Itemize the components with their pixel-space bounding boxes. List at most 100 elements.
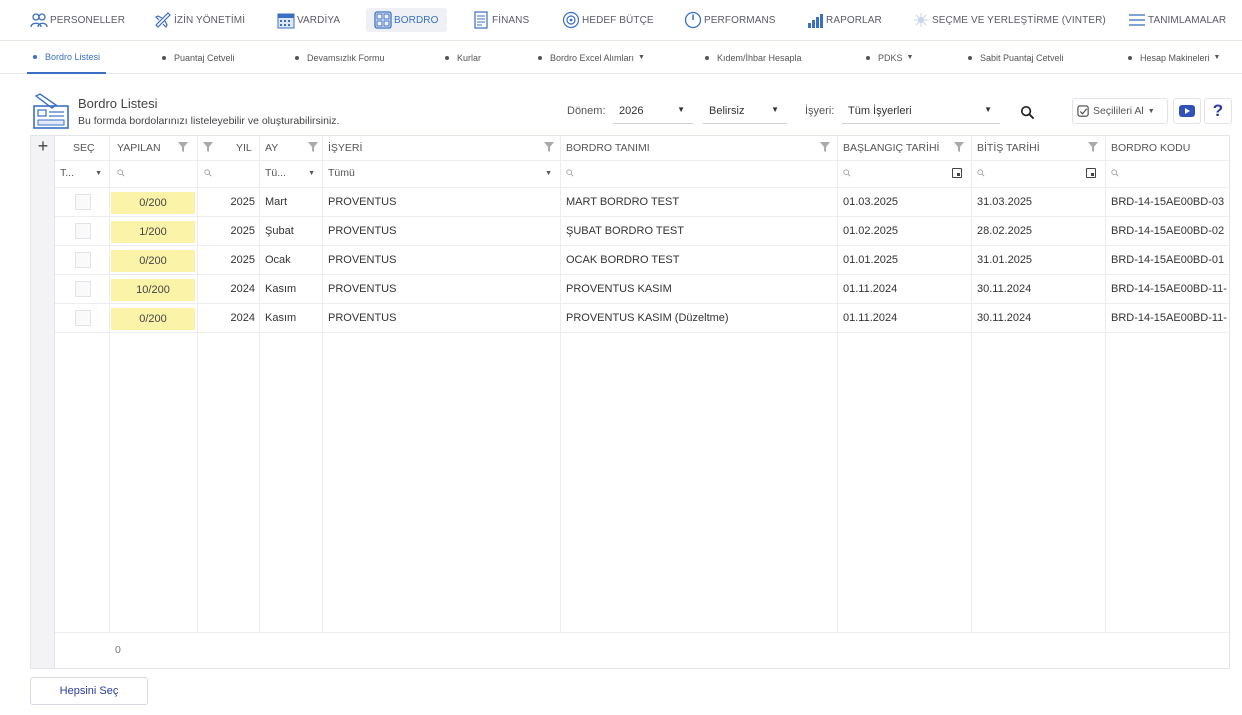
period-select[interactable]: Belirsiz ▼ — [703, 98, 787, 124]
cell-yil: 2025 — [230, 225, 255, 237]
search-button[interactable] — [1014, 100, 1040, 124]
filter-baslangic-search[interactable] — [843, 162, 851, 184]
subnav-bordro-listesi[interactable]: Bordro Listesi — [27, 41, 107, 74]
search-icon — [977, 169, 985, 177]
grid-gutter: + — [31, 136, 55, 668]
plane-icon — [154, 11, 172, 29]
isyeri-select[interactable]: Tüm İşyerleri ▼ — [842, 98, 1000, 124]
menu-icon — [1128, 11, 1146, 29]
page-title: Bordro Listesi — [78, 96, 158, 111]
donem-year-select[interactable]: 2026 ▼ — [613, 98, 693, 124]
subnav-kurlar[interactable]: Kurlar — [445, 41, 481, 74]
subnav-pdks[interactable]: PDKS ▼ — [866, 41, 913, 74]
calendar-icon — [277, 11, 295, 29]
cell-bitis: 30.11.2024 — [977, 283, 1032, 295]
search-icon — [843, 169, 851, 177]
top-navigation: PERSONELLER İZİN YÖNETİMİ VARDİYA BORDRO… — [0, 0, 1242, 38]
cell-baslangic: 01.01.2025 — [843, 254, 899, 266]
select-all-button[interactable]: Hepsini Seç — [30, 677, 148, 705]
nav-hedef-butce[interactable]: HEDEF BÜTÇE — [562, 8, 654, 32]
row-checkbox[interactable] — [75, 310, 91, 326]
cell-bordro-kodu: BRD-14-15AE00BD-01 — [1111, 254, 1225, 266]
subnav-puantaj-cetveli[interactable]: Puantaj Cetveli — [162, 41, 235, 74]
filter-isyeri-select[interactable]: Tümü ▼ — [328, 162, 554, 184]
col-header-bordro-tanimi[interactable]: BORDRO TANIMI — [566, 136, 650, 160]
add-row-icon[interactable]: + — [35, 137, 51, 155]
cell-ay: Şubat — [265, 225, 294, 237]
col-header-bitis[interactable]: BİTİŞ TARİHİ — [977, 136, 1040, 160]
isyeri-value: Tüm İşyerleri — [848, 104, 912, 117]
filter-icon[interactable] — [1088, 142, 1098, 152]
filter-icon[interactable] — [954, 142, 964, 152]
subnav-kidem-ihbar[interactable]: Kıdem/İhbar Hesapla — [705, 41, 802, 74]
nav-finans[interactable]: FİNANS — [472, 8, 529, 32]
nav-personeller[interactable]: PERSONELLER — [30, 8, 125, 32]
nav-label: SEÇME VE YERLEŞTİRME (VINTER) — [932, 14, 1106, 26]
filter-bitis-search[interactable] — [977, 162, 985, 184]
cell-baslangic: 01.11.2024 — [843, 283, 898, 295]
video-help-button[interactable] — [1173, 98, 1201, 124]
cell-yapilan: 0/200 — [111, 308, 195, 330]
col-header-yil[interactable]: YIL — [236, 136, 252, 160]
cell-bordro-tanimi: OCAK BORDRO TEST — [566, 254, 680, 266]
filter-sec-select[interactable]: T... ▼ — [60, 162, 104, 184]
row-checkbox[interactable] — [75, 223, 91, 239]
col-header-yapilan[interactable]: YAPILAN — [117, 136, 161, 160]
cell-yapilan: 0/200 — [111, 250, 195, 272]
nav-label: VARDİYA — [297, 14, 341, 26]
payroll-form-icon — [32, 92, 72, 132]
row-checkbox[interactable] — [75, 281, 91, 297]
cell-bordro-kodu: BRD-14-15AE00BD-11- — [1111, 312, 1227, 324]
caret-down-icon: ▼ — [771, 105, 779, 114]
nav-label: FİNANS — [492, 14, 530, 26]
search-icon — [1111, 169, 1119, 177]
filter-yil-search[interactable] — [204, 162, 212, 184]
cell-bordro-tanimi: ŞUBAT BORDRO TEST — [566, 225, 684, 237]
caret-down-icon: ▼ — [638, 54, 645, 61]
col-header-sec[interactable]: SEÇ — [73, 136, 95, 160]
cell-yapilan: 1/200 — [111, 221, 195, 243]
calendar-icon[interactable] — [952, 168, 962, 178]
nav-label: RAPORLAR — [826, 14, 882, 26]
sparkle-icon — [912, 11, 930, 29]
filter-tanim-search[interactable] — [566, 162, 574, 184]
filter-icon[interactable] — [203, 142, 213, 152]
donem-year-value: 2026 — [619, 104, 644, 117]
checklist-icon — [1077, 104, 1089, 117]
nav-vardiya[interactable]: VARDİYA — [277, 8, 340, 32]
filter-kod-search[interactable] — [1111, 162, 1119, 184]
caret-down-icon: ▼ — [1147, 107, 1155, 115]
nav-secme-yerlestirme[interactable]: SEÇME VE YERLEŞTİRME (VINTER) — [912, 8, 1106, 32]
calendar-icon[interactable] — [1086, 168, 1096, 178]
nav-performans[interactable]: PERFORMANS — [684, 8, 776, 32]
filter-icon[interactable] — [544, 142, 554, 152]
col-header-ay[interactable]: AY — [265, 136, 278, 160]
nav-label: TANIMLAMALAR — [1148, 14, 1227, 26]
filter-icon[interactable] — [308, 142, 318, 152]
nav-raporlar[interactable]: RAPORLAR — [806, 8, 882, 32]
col-header-baslangic[interactable]: BAŞLANGIÇ TARİHİ — [843, 136, 939, 160]
filter-yapilan-search[interactable] — [117, 162, 125, 184]
grid-icon — [374, 11, 392, 29]
row-checkbox[interactable] — [75, 252, 91, 268]
selected-actions-dropdown[interactable]: Seçilileri Al ▼ — [1072, 98, 1168, 124]
row-checkbox[interactable] — [75, 194, 91, 210]
nav-bordro[interactable]: BORDRO — [366, 8, 447, 32]
subnav-bordro-excel-alimlari[interactable]: Bordro Excel Alımları ▼ — [538, 41, 645, 74]
filter-icon[interactable] — [178, 142, 188, 152]
subnav-hesap-makineleri[interactable]: Hesap Makineleri ▼ — [1128, 41, 1220, 74]
nav-tanimlamalar[interactable]: TANIMLAMALAR — [1128, 8, 1226, 32]
subnav-devamsizlik-formu[interactable]: Devamsızlık Formu — [295, 41, 385, 74]
gauge-icon — [684, 11, 702, 29]
nav-izin-yonetimi[interactable]: İZİN YÖNETİMİ — [154, 8, 245, 32]
subnav-sabit-puantaj[interactable]: Sabit Puantaj Cetveli — [968, 41, 1064, 74]
filter-ay-select[interactable]: Tü... ▼ — [265, 162, 317, 184]
cell-bitis: 31.03.2025 — [977, 196, 1033, 208]
search-icon — [566, 169, 574, 177]
col-header-isyeri[interactable]: İŞYERİ — [328, 136, 362, 160]
cell-yil: 2024 — [230, 283, 255, 295]
help-button[interactable]: ? — [1204, 98, 1232, 124]
filter-icon[interactable] — [820, 142, 830, 152]
isyeri-label: İşyeri: — [805, 105, 835, 117]
col-header-bordro-kodu[interactable]: BORDRO KODU — [1111, 136, 1190, 160]
